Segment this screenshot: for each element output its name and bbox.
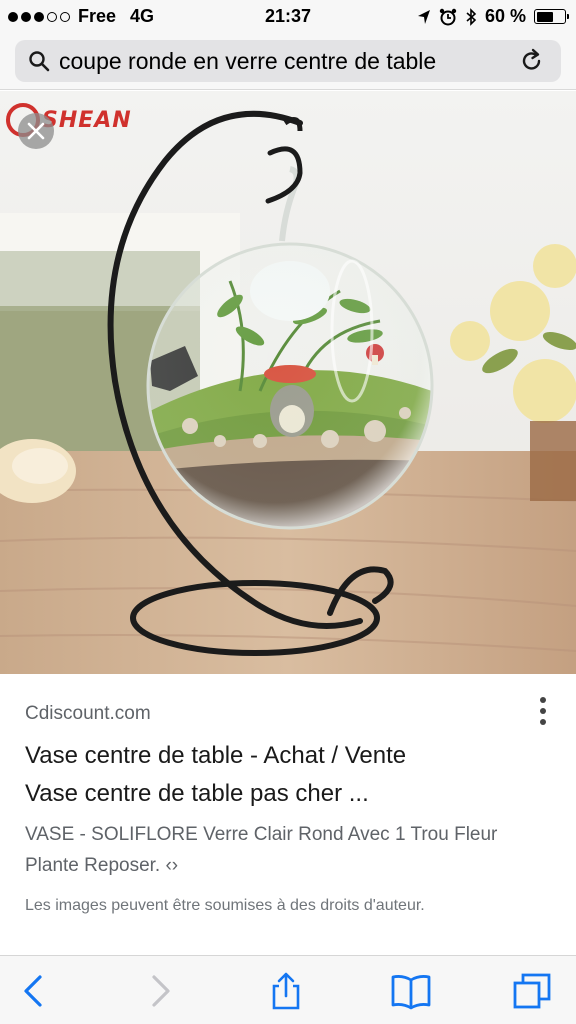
battery-icon [534, 9, 569, 24]
close-icon [27, 122, 45, 140]
battery-percent: 60 % [484, 6, 526, 26]
bluetooth-icon [466, 7, 477, 26]
share-icon[interactable] [268, 972, 304, 1010]
status-right: 60 % [417, 6, 569, 27]
browser-address-area: coupe ronde en verre centre de table [0, 34, 576, 90]
result-description-line-1: VASE - SOLIFLORE Verre Clair Rond Avec 1… [25, 824, 498, 845]
status-bar: Free 4G 21:37 60 % [0, 0, 576, 34]
result-description-line-2: Plante Reposer. ‹› [25, 855, 179, 876]
browser-toolbar [0, 955, 576, 1024]
bookmarks-icon[interactable] [390, 972, 432, 1010]
result-title-line-2[interactable]: Vase centre de table pas cher ... [25, 775, 555, 813]
result-title-line-1[interactable]: Vase centre de table - Achat / Vente [25, 737, 555, 775]
battery-level [536, 11, 553, 22]
result-source[interactable]: Cdiscount.com [25, 703, 555, 725]
search-icon [29, 51, 50, 72]
search-query-text[interactable]: coupe ronde en verre centre de table [59, 48, 511, 75]
address-bar[interactable]: coupe ronde en verre centre de table [15, 40, 561, 82]
result-details: Cdiscount.com Vase centre de table - Ach… [25, 690, 555, 915]
result-description: VASE - SOLIFLORE Verre Clair Rond Avec 1… [25, 819, 555, 881]
forward-icon[interactable] [142, 972, 178, 1010]
location-icon [417, 9, 430, 24]
alarm-icon [439, 8, 457, 25]
reload-icon[interactable] [519, 48, 545, 74]
more-options-icon[interactable] [537, 697, 549, 731]
close-button[interactable] [18, 113, 54, 149]
back-icon[interactable] [16, 972, 52, 1010]
terrarium-photo [0, 91, 576, 674]
result-title[interactable]: Vase centre de table - Achat / Vente Vas… [25, 737, 555, 813]
copyright-notice: Les images peuvent être soumises à des d… [25, 897, 425, 914]
result-image[interactable]: SHEAN [0, 91, 576, 674]
tabs-icon[interactable] [512, 972, 552, 1010]
brand-logo-text: SHEAN [42, 107, 132, 133]
